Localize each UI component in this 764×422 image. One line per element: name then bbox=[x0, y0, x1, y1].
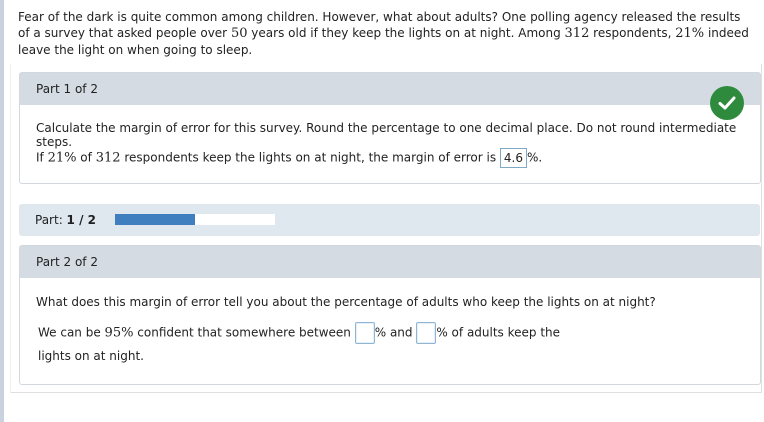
part-2-statement: We can be 95% confident that somewhere b… bbox=[38, 322, 560, 344]
part-2-header: Part 2 of 2 bbox=[20, 246, 760, 278]
check-circle-icon bbox=[710, 86, 744, 120]
part-2-panel: Part 2 of 2 What does this margin of err… bbox=[19, 245, 761, 385]
part-1-header: Part 1 of 2 bbox=[20, 73, 760, 105]
upper-bound-input[interactable] bbox=[416, 322, 437, 344]
part-1-question: If 21% of 312 respondents keep the light… bbox=[36, 148, 542, 168]
lower-bound-input[interactable] bbox=[354, 322, 375, 344]
progress-label: Part: 1 / 2 bbox=[35, 213, 96, 227]
margin-of-error-answer[interactable]: 4.6 bbox=[499, 148, 527, 168]
left-rail bbox=[0, 0, 4, 422]
problem-intro: Fear of the dark is quite common among c… bbox=[18, 10, 749, 57]
part-2-statement-end: lights on at night. bbox=[38, 349, 144, 363]
progress-track bbox=[115, 214, 275, 225]
progress-panel: Part: 1 / 2 bbox=[19, 204, 760, 236]
part-1-instruction: Calculate the margin of error for this s… bbox=[36, 121, 737, 149]
part-1-panel: Part 1 of 2 Calculate the margin of erro… bbox=[19, 72, 761, 184]
progress-fill bbox=[115, 214, 195, 225]
part-2-question: What does this margin of error tell you … bbox=[36, 295, 656, 309]
